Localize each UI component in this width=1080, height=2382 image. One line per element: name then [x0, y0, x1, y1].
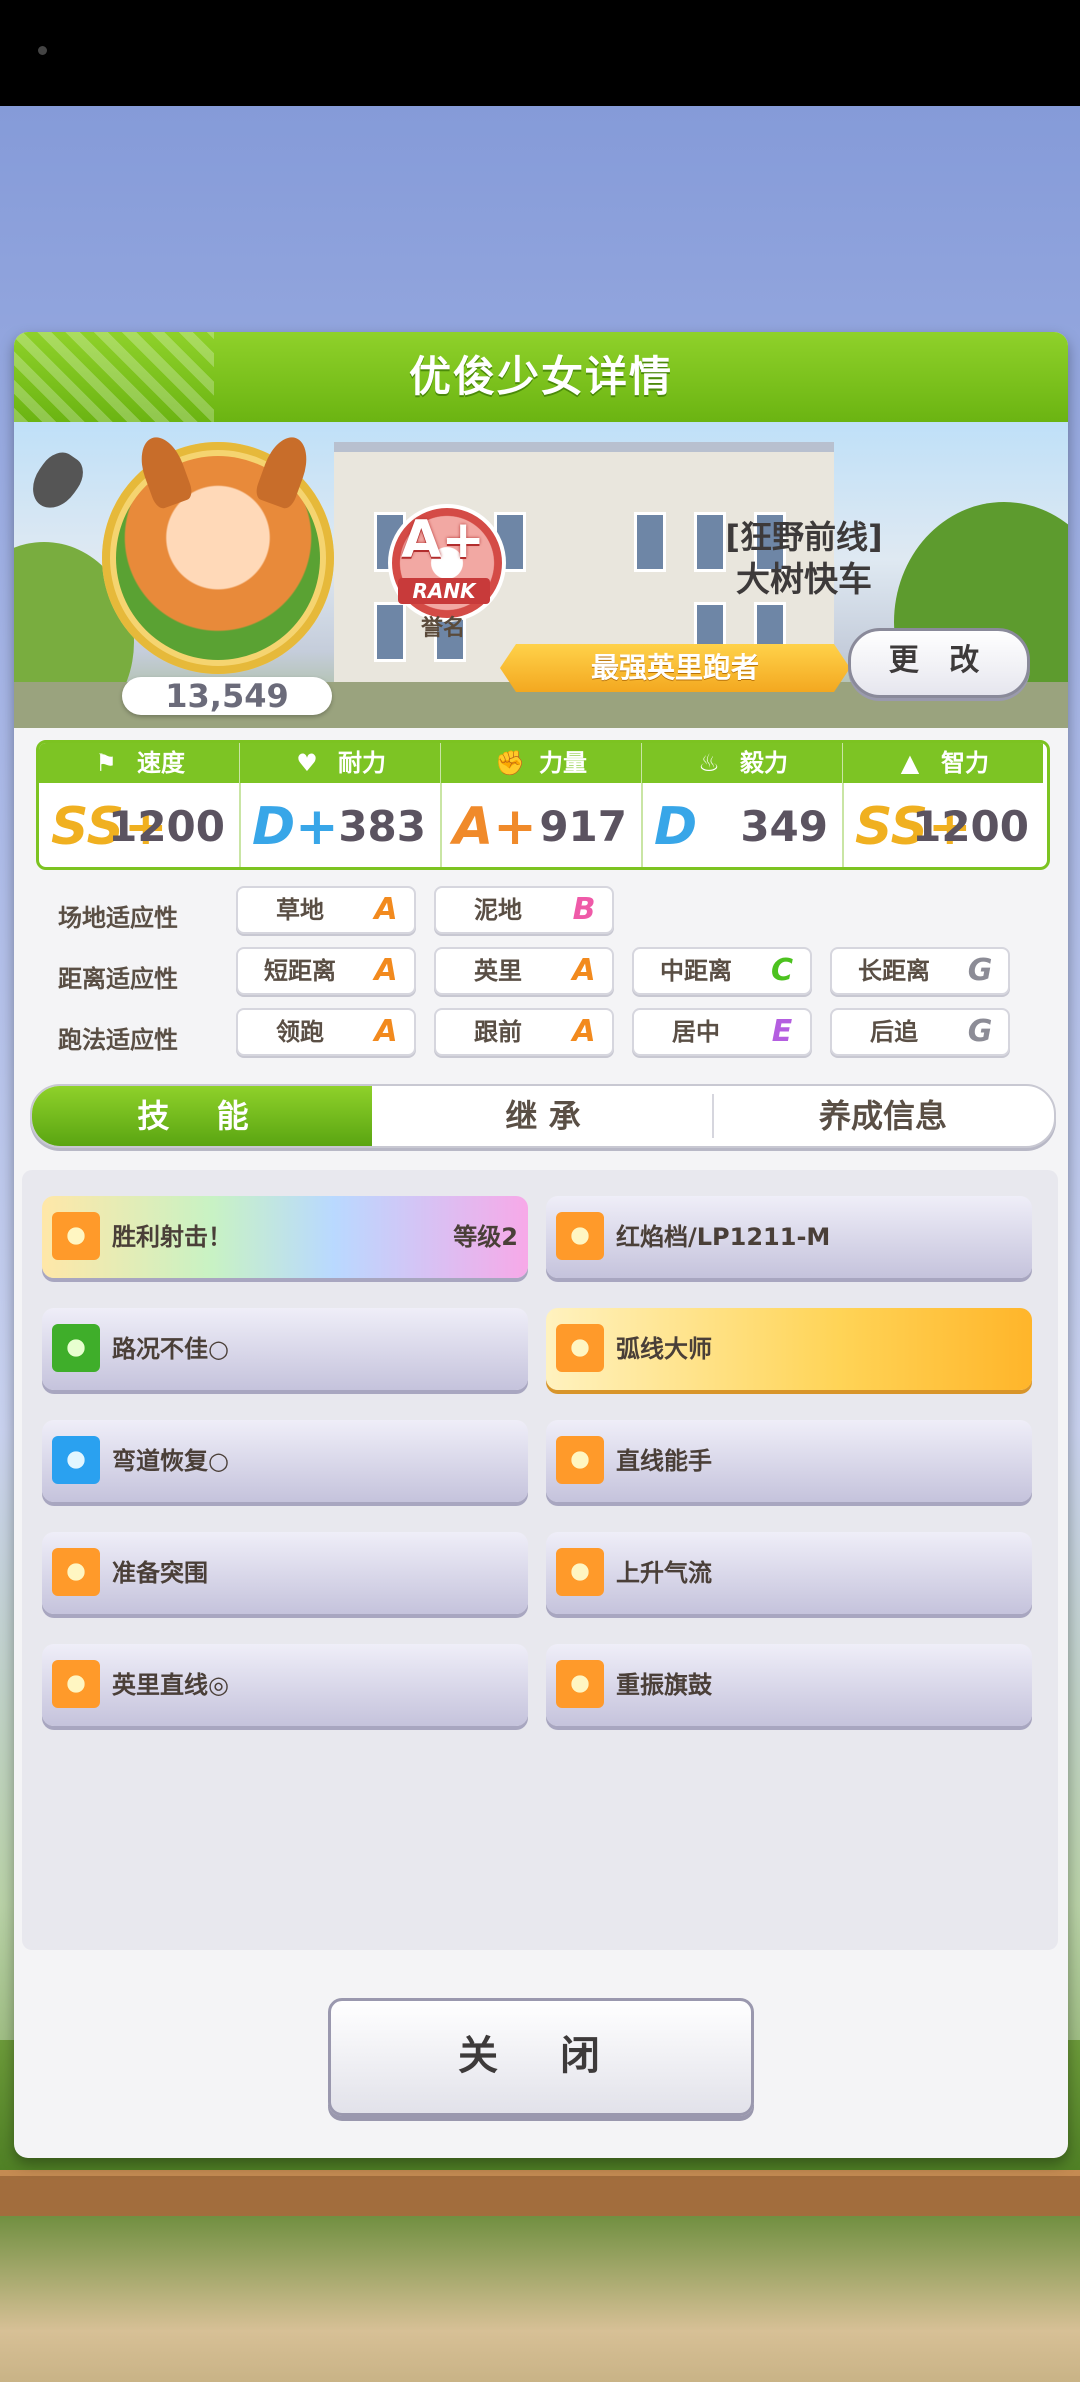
- skill-icon: [52, 1212, 100, 1260]
- aptitude-chip: 领跑 A: [236, 1008, 416, 1056]
- skill-item[interactable]: 重振旗鼓: [546, 1644, 1032, 1726]
- aptitude-chip: 居中 E: [632, 1008, 812, 1056]
- title-ribbon[interactable]: 最强英里跑者: [500, 644, 850, 692]
- stat-grade: A+: [453, 797, 537, 857]
- distance-aptitude-label: 距离适应性: [58, 965, 178, 993]
- aptitude-chip: 泥地 B: [434, 886, 614, 934]
- rank-grade: A+: [401, 510, 485, 570]
- flame-icon: ♨: [698, 749, 720, 777]
- arm-icon: ✊: [495, 749, 525, 777]
- graduation-cap-icon: ▲: [900, 749, 920, 777]
- tab-skills[interactable]: 技 能: [32, 1086, 372, 1146]
- stat-label: 智力: [941, 749, 989, 777]
- background-fence: [0, 2170, 1080, 2216]
- aptitude-chip: 长距离 G: [830, 947, 1010, 995]
- skill-item[interactable]: 路况不佳○: [42, 1308, 528, 1390]
- stat-label: 速度: [137, 749, 185, 777]
- skill-name: 弯道恢复○: [112, 1447, 229, 1475]
- skill-name: 重振旗鼓: [616, 1671, 712, 1699]
- skill-level: 等级2: [453, 1223, 518, 1251]
- status-dot-icon: [38, 46, 47, 55]
- stat-label: 力量: [539, 749, 587, 777]
- aptitude-chip: 中距离 C: [632, 947, 812, 995]
- aptitude-chip: 跟前 A: [434, 1008, 614, 1056]
- skill-icon: [556, 1212, 604, 1260]
- stat-label: 耐力: [338, 749, 386, 777]
- aptitude-chip: 草地 A: [236, 886, 416, 934]
- dialog-header: 优俊少女详情: [14, 332, 1068, 422]
- rank-honor-label: 誉名: [420, 616, 465, 641]
- trainee-name: 大树快车: [736, 560, 872, 600]
- fan-count: 13,549: [122, 677, 332, 715]
- aptitude-chip: 英里 A: [434, 947, 614, 995]
- skill-item[interactable]: 上升气流: [546, 1532, 1032, 1614]
- stat-value: 1200: [108, 802, 225, 851]
- skill-icon: [52, 1436, 100, 1484]
- stat-value: 917: [539, 802, 627, 851]
- skill-icon: [556, 1548, 604, 1596]
- stat-value: 383: [338, 802, 426, 851]
- skill-name: 红焰档/LP1211-M: [616, 1223, 831, 1251]
- skill-name: 上升气流: [616, 1559, 712, 1587]
- skill-name: 路况不佳○: [112, 1335, 229, 1363]
- rank-label: RANK: [398, 578, 490, 604]
- skill-icon: [52, 1324, 100, 1372]
- stats-panel: ⚑ 速度 SS+ 1200 ♥ 耐力 D+ 383 ✊ 力量 A+ 917 ♨ 毅力 D…: [36, 740, 1050, 870]
- detail-tabs: 技 能 继 承 养成信息: [30, 1084, 1056, 1148]
- skill-icon: [52, 1660, 100, 1708]
- dialog-title: 优俊少女详情: [408, 352, 673, 401]
- skill-item[interactable]: 胜利射击！ 等级2: [42, 1196, 528, 1278]
- skill-item[interactable]: 红焰档/LP1211-M: [546, 1196, 1032, 1278]
- tab-training-info[interactable]: 养成信息: [714, 1086, 1052, 1146]
- stat-grade: D+: [252, 797, 339, 857]
- stat-wisdom: ▲ 智力 SS+ 1200: [843, 743, 1043, 867]
- stat-guts: ♨ 毅力 D 349: [642, 743, 844, 867]
- stat-stamina: ♥ 耐力 D+ 383: [240, 743, 442, 867]
- stat-value: 349: [740, 802, 828, 851]
- close-button[interactable]: 关 闭: [328, 1998, 754, 2116]
- aptitude-chip: 后追 G: [830, 1008, 1010, 1056]
- skill-item[interactable]: 弯道恢复○: [42, 1420, 528, 1502]
- status-bar: [0, 0, 1080, 106]
- skill-item[interactable]: 弧线大师: [546, 1308, 1032, 1390]
- stat-value: 1200: [912, 802, 1029, 851]
- skill-icon: [556, 1436, 604, 1484]
- style-aptitude-label: 跑法适应性: [58, 1026, 178, 1054]
- trainee-detail-dialog: 优俊少女详情 13,549 A+ RANK 誉名 [狂野前线] 大树快车 最强英…: [14, 332, 1068, 2158]
- skill-icon: [52, 1548, 100, 1596]
- track-aptitude-label: 场地适应性: [58, 904, 178, 932]
- skill-item[interactable]: 英里直线◎: [42, 1644, 528, 1726]
- change-title-button[interactable]: 更 改: [848, 628, 1030, 698]
- skill-item[interactable]: 直线能手: [546, 1420, 1032, 1502]
- skill-name: 准备突围: [112, 1559, 208, 1587]
- skill-name: 弧线大师: [616, 1335, 712, 1363]
- stat-label: 毅力: [740, 749, 788, 777]
- tab-inheritance[interactable]: 继 承: [374, 1086, 712, 1146]
- skill-icon: [556, 1660, 604, 1708]
- skill-icon: [556, 1324, 604, 1372]
- skills-panel: 胜利射击！ 等级2 红焰档/LP1211-M 路况不佳○ 弧线大师 弯道恢复○ …: [22, 1170, 1058, 1950]
- skill-name: 胜利射击！: [112, 1223, 232, 1251]
- stat-speed: ⚑ 速度 SS+ 1200: [39, 743, 241, 867]
- skill-item[interactable]: 准备突围: [42, 1532, 528, 1614]
- stat-power: ✊ 力量 A+ 917: [441, 743, 643, 867]
- heart-icon: ♥: [296, 749, 318, 777]
- skill-name: 英里直线◎: [112, 1671, 229, 1699]
- skill-name: 直线能手: [616, 1447, 712, 1475]
- shoe-icon: ⚑: [95, 749, 117, 777]
- stat-grade: D: [654, 797, 698, 857]
- aptitude-chip: 短距离 A: [236, 947, 416, 995]
